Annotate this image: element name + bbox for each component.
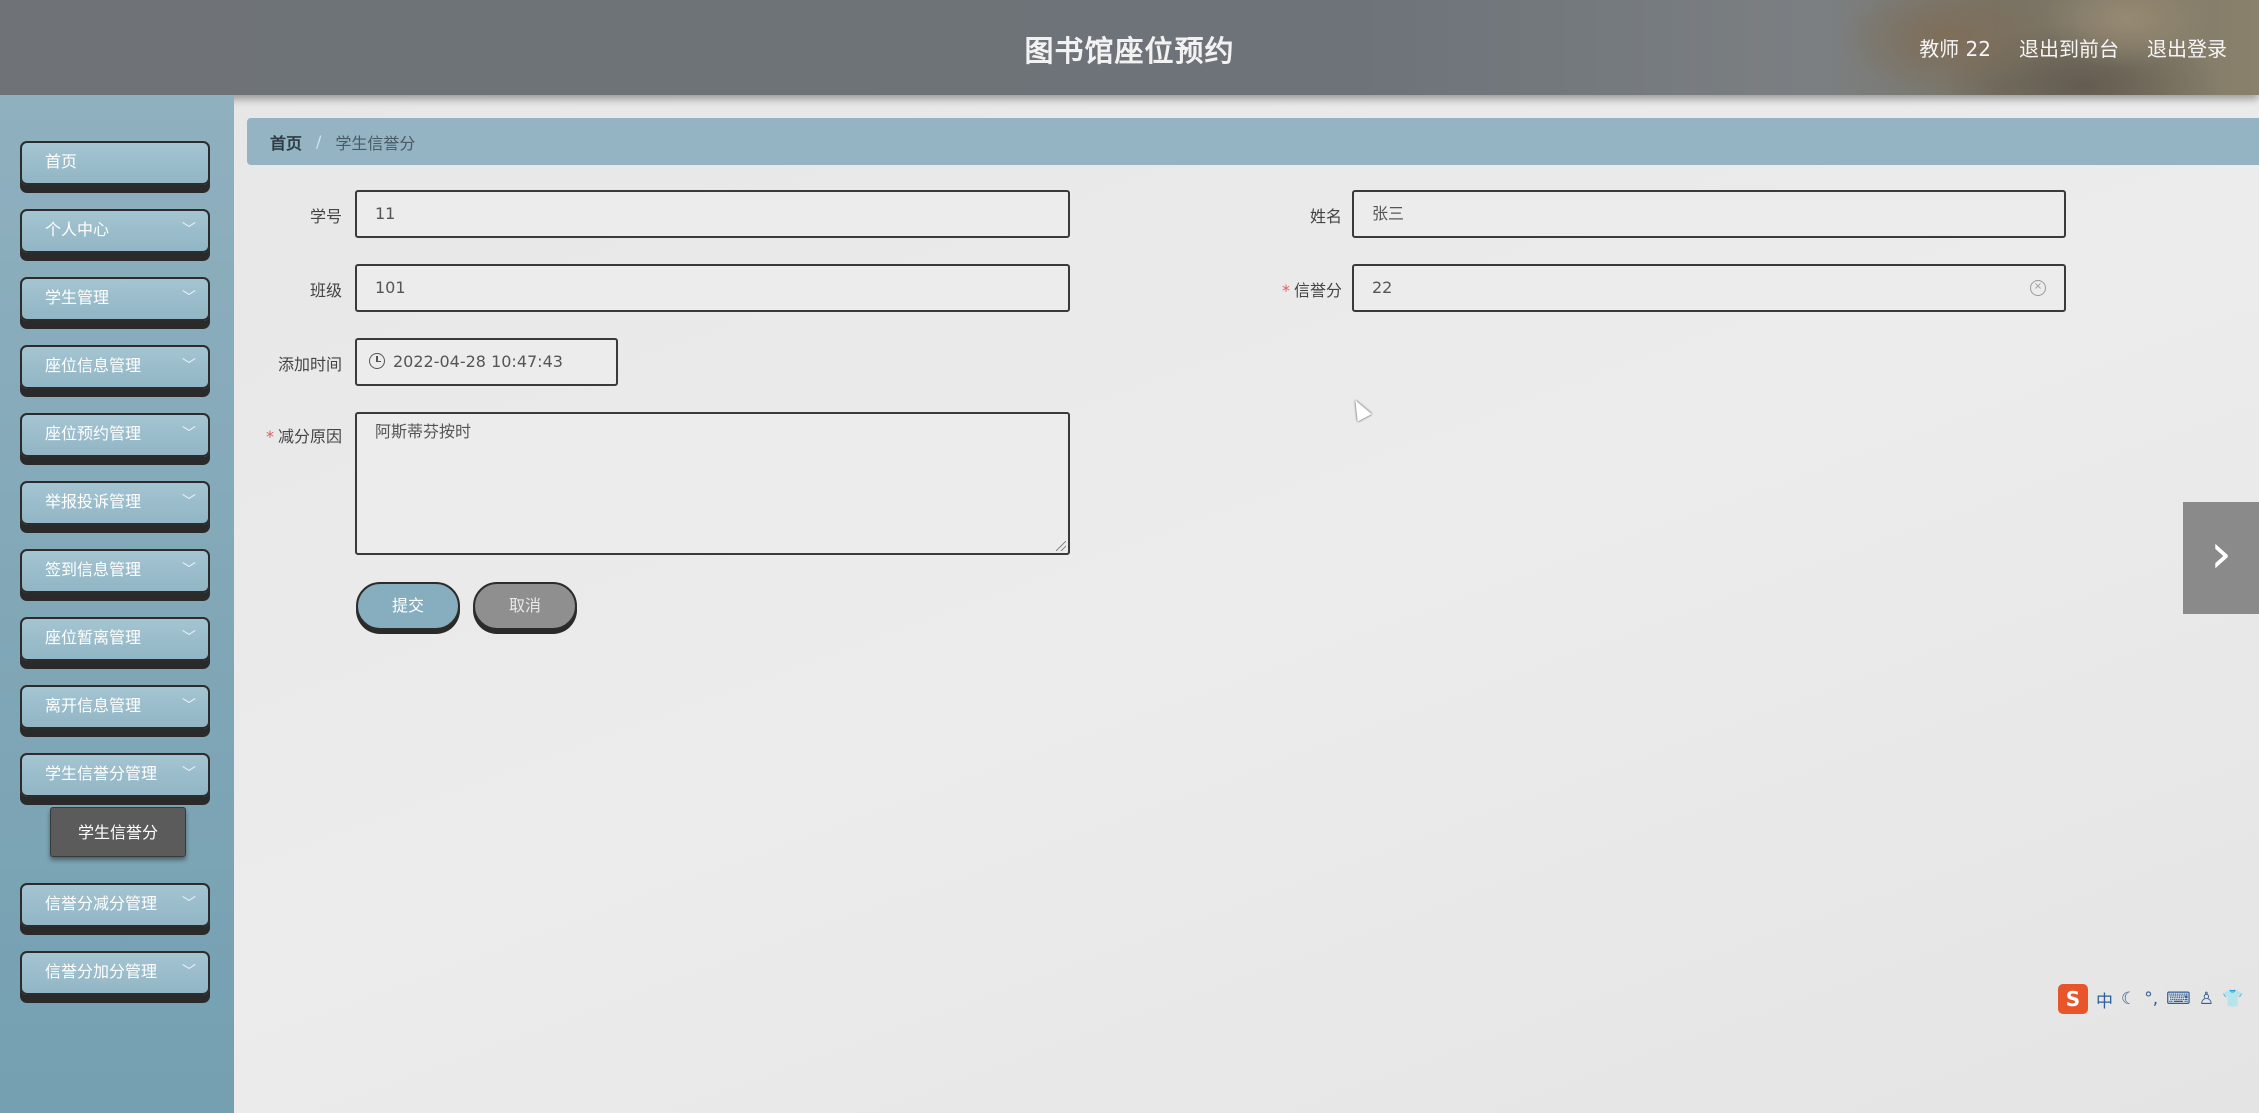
sidebar-item-checkin-management[interactable]: 签到信息管理 ﹀ [20, 549, 210, 593]
current-user: 教师 22 [1919, 37, 1991, 61]
name-label: 姓名 [1309, 207, 1342, 226]
sidebar-item-label: 离开信息管理 [45, 696, 142, 715]
chevron-down-icon: ﹀ [182, 494, 196, 510]
sidebar-item-label: 学生信誉分管理 [45, 764, 158, 783]
reason-textarea[interactable]: 阿斯蒂芬按时 [355, 412, 1070, 555]
chevron-down-icon: ﹀ [182, 562, 196, 578]
ime-toolbar: S 中 ☾ °, ⌨ ♙ 👕 [2058, 984, 2259, 1014]
ime-mode[interactable]: 中 [2096, 987, 2113, 1012]
added-time-label: 添加时间 [277, 355, 342, 374]
submit-button[interactable]: 提交 [356, 582, 460, 630]
sidebar-item-seat-info-management[interactable]: 座位信息管理 ﹀ [20, 345, 210, 389]
cancel-button[interactable]: 取消 [473, 582, 577, 630]
chevron-right-icon[interactable]: › [2183, 502, 2259, 614]
mouse-cursor-icon [1348, 396, 1372, 422]
breadcrumb-separator: / [316, 132, 322, 151]
sidebar-item-label: 座位预约管理 [45, 424, 142, 443]
sidebar-item-seat-reservation-management[interactable]: 座位预约管理 ﹀ [20, 413, 210, 457]
student-no-field[interactable]: 11 [355, 190, 1070, 238]
breadcrumb: 首页 / 学生信誉分 [247, 118, 2259, 165]
sidebar-item-student-credit-management[interactable]: 学生信誉分管理 ﹀ [20, 753, 210, 797]
shirt-icon[interactable]: 👕 [2222, 989, 2243, 1009]
name-field[interactable]: 张三 [1352, 190, 2066, 238]
chevron-down-icon: ﹀ [182, 358, 196, 374]
added-time-picker[interactable]: 2022-04-28 10:47:43 [355, 338, 618, 386]
added-time-value: 2022-04-28 10:47:43 [393, 352, 563, 371]
breadcrumb-current: 学生信誉分 [335, 133, 416, 153]
resize-handle-icon[interactable] [1056, 541, 1066, 551]
sidebar-item-credit-addition-management[interactable]: 信誉分加分管理 ﹀ [20, 951, 210, 995]
chevron-down-icon: ﹀ [182, 698, 196, 714]
chevron-down-icon: ﹀ [182, 896, 196, 912]
sidebar-item-personal-center[interactable]: 个人中心 ﹀ [20, 209, 210, 253]
sidebar-item-complaint-management[interactable]: 举报投诉管理 ﹀ [20, 481, 210, 525]
punctuation-icon[interactable]: °, [2144, 989, 2158, 1009]
user-icon[interactable]: ♙ [2199, 989, 2214, 1009]
sidebar-item-label: 举报投诉管理 [45, 492, 142, 511]
reason-label: * 减分原因 [265, 427, 342, 446]
sidebar-item-credit-deduction-management[interactable]: 信誉分减分管理 ﹀ [20, 883, 210, 927]
sidebar-item-seat-away-management[interactable]: 座位暂离管理 ﹀ [20, 617, 210, 661]
student-no-label: 学号 [309, 207, 342, 226]
sidebar-item-label: 座位暂离管理 [45, 628, 142, 647]
chevron-down-icon: ﹀ [182, 766, 196, 782]
breadcrumb-home[interactable]: 首页 [270, 130, 302, 154]
chevron-down-icon: ﹀ [182, 426, 196, 442]
chevron-down-icon: ﹀ [182, 630, 196, 646]
moon-icon[interactable]: ☾ [2121, 989, 2136, 1009]
logout-link[interactable]: 退出登录 [2147, 33, 2227, 62]
chevron-down-icon: ﹀ [182, 964, 196, 980]
class-label: 班级 [309, 281, 342, 300]
clear-icon[interactable]: × [2030, 280, 2046, 296]
chevron-down-icon: ﹀ [182, 222, 196, 238]
sidebar: 首页 个人中心 ﹀ 学生管理 ﹀ 座位信息管理 ﹀ 座位预约管理 ﹀ 举报投诉管… [0, 95, 234, 1113]
back-to-front-link[interactable]: 退出到前台 [2019, 33, 2119, 62]
sidebar-item-label: 信誉分加分管理 [45, 962, 158, 981]
sidebar-item-label: 首页 [45, 152, 78, 171]
user-links: 教师 22 退出到前台 退出登录 [1919, 33, 2227, 62]
sidebar-item-label: 个人中心 [45, 220, 110, 239]
class-field[interactable]: 101 [355, 264, 1070, 312]
credit-value: 22 [1372, 278, 1393, 297]
credit-label: * 信誉分 [1281, 281, 1342, 300]
top-header: 图书馆座位预约 教师 22 退出到前台 退出登录 [0, 0, 2259, 95]
required-star: * [265, 427, 274, 446]
sidebar-item-student-management[interactable]: 学生管理 ﹀ [20, 277, 210, 321]
required-star: * [1281, 281, 1290, 300]
keyboard-icon[interactable]: ⌨ [2166, 989, 2191, 1009]
sidebar-item-leave-info-management[interactable]: 离开信息管理 ﹀ [20, 685, 210, 729]
sidebar-item-home[interactable]: 首页 [20, 141, 210, 185]
submenu-item-student-credit[interactable]: 学生信誉分 [50, 807, 186, 857]
sogou-logo-icon[interactable]: S [2058, 984, 2088, 1014]
clock-icon [369, 352, 385, 369]
sidebar-item-label: 座位信息管理 [45, 356, 142, 375]
credit-input[interactable]: 22 × [1352, 264, 2066, 312]
chevron-down-icon: ﹀ [182, 290, 196, 306]
reason-value: 阿斯蒂芬按时 [375, 422, 472, 441]
sidebar-item-label: 签到信息管理 [45, 560, 142, 579]
sidebar-item-label: 信誉分减分管理 [45, 894, 158, 913]
sidebar-item-label: 学生管理 [45, 288, 110, 307]
